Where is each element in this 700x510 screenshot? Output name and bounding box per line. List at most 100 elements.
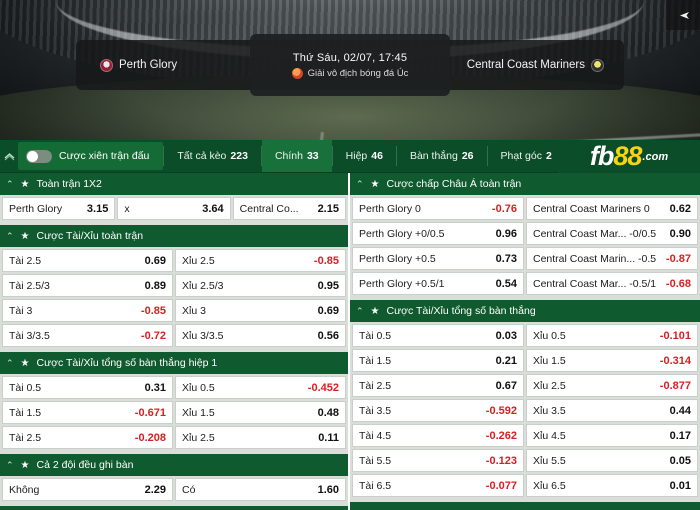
odds-cell[interactable]: Tài 0.5 0.31 bbox=[2, 376, 173, 399]
odds-value: 2.15 bbox=[317, 202, 339, 215]
odds-cell[interactable]: Central Coast Mar... -0.5/1 -0.68 bbox=[526, 272, 698, 295]
back-button[interactable] bbox=[666, 0, 700, 30]
chevron-up-icon[interactable]: ⌃ bbox=[6, 460, 14, 471]
odds-label: Xỉu 0.5 bbox=[182, 381, 215, 394]
odds-cell[interactable]: Xỉu 2.5/3 0.95 bbox=[175, 274, 346, 297]
nav-tab-label: Tất cả kèo bbox=[177, 150, 227, 162]
odds-cell[interactable]: Có 1.60 bbox=[175, 478, 346, 501]
odds-cell[interactable]: x 3.64 bbox=[117, 197, 231, 220]
market-header[interactable]: ⌃ ★ Cược Tài/Xỉu tổng số bàn thắng hiệp 1 bbox=[0, 352, 348, 374]
betting-page: Perth Glory Central Coast Mariners Thứ S… bbox=[0, 0, 700, 510]
market-header[interactable]: ⌃ ★ Cược chấp Châu Á toàn trận bbox=[350, 173, 700, 195]
market-title: Cược Tài/Xỉu toàn trận bbox=[36, 230, 144, 242]
odds-row: Tài 6.5 -0.077 Xỉu 6.5 0.01 bbox=[350, 472, 700, 499]
odds-label: Central Coast Marin... -0.5 bbox=[533, 252, 657, 265]
odds-label: Xỉu 6.5 bbox=[533, 479, 566, 492]
odds-label: Tài 3.5 bbox=[359, 404, 392, 417]
odds-row: Tài 2.5 0.69 Xỉu 2.5 -0.85 bbox=[0, 247, 348, 272]
odds-cell[interactable]: Tài 2.5/3 0.89 bbox=[2, 274, 173, 297]
odds-value: -0.877 bbox=[659, 379, 691, 392]
odds-cell[interactable]: Không 2.29 bbox=[2, 478, 173, 501]
favorite-star-icon[interactable]: ★ bbox=[21, 179, 30, 190]
nav-tab-3[interactable]: Hiệp 46 bbox=[333, 140, 396, 172]
odds-label: Không bbox=[9, 483, 40, 496]
odds-cell[interactable]: Xỉu 2.5 0.11 bbox=[175, 426, 346, 449]
nav-tab-label: Phạt góc bbox=[500, 150, 542, 162]
odds-cell[interactable]: Xỉu 3 0.69 bbox=[175, 299, 346, 322]
odds-value: 0.62 bbox=[669, 202, 691, 215]
collapse-all-button[interactable] bbox=[0, 140, 18, 172]
odds-cell[interactable]: Tài 3 -0.85 bbox=[2, 299, 173, 322]
odds-value: -0.123 bbox=[485, 454, 517, 467]
market-header[interactable]: ⌃ ★ Cược Tài/Xỉu toàn trận bbox=[0, 225, 348, 247]
market-header[interactable]: ⌃ ★ Toàn trận 1X2 bbox=[0, 173, 348, 195]
odds-value: -0.87 bbox=[665, 252, 691, 265]
odds-cell[interactable]: Xỉu 3/3.5 0.56 bbox=[175, 324, 346, 347]
favorite-star-icon[interactable]: ★ bbox=[371, 306, 380, 317]
odds-cell[interactable]: Tài 0.5 0.03 bbox=[352, 324, 524, 347]
right-market-column: ⌃ ★ Cược chấp Châu Á toàn trận Perth Glory … bbox=[350, 173, 700, 510]
odds-label: Perth Glory bbox=[9, 202, 63, 215]
odds-row: Tài 2.5/3 0.89 Xỉu 2.5/3 0.95 bbox=[0, 272, 348, 297]
odds-cell[interactable]: Tài 3/3.5 -0.72 bbox=[2, 324, 173, 347]
parlay-toggle-button[interactable]: Cược xiên trận đấu bbox=[18, 142, 164, 170]
odds-cell[interactable]: Tài 3.5 -0.592 bbox=[352, 399, 524, 422]
chevron-up-icon[interactable]: ⌃ bbox=[356, 306, 364, 317]
odds-cell[interactable]: Central Coast Marin... -0.5 -0.87 bbox=[526, 247, 698, 270]
odds-cell[interactable]: Perth Glory 3.15 bbox=[2, 197, 116, 220]
odds-cell[interactable]: Xỉu 0.5 -0.452 bbox=[175, 376, 346, 399]
market-header-partial[interactable] bbox=[350, 502, 700, 510]
favorite-star-icon[interactable]: ★ bbox=[21, 231, 30, 242]
odds-cell[interactable]: Central Co... 2.15 bbox=[232, 197, 346, 220]
market-header[interactable]: ⌃ ★ Cả 2 đội đều ghi bàn bbox=[0, 454, 348, 476]
odds-cell[interactable]: Xỉu 5.5 0.05 bbox=[526, 449, 698, 472]
odds-label: Tài 6.5 bbox=[359, 479, 392, 492]
odds-cell[interactable]: Tài 2.5 0.67 bbox=[352, 374, 524, 397]
market-header-partial[interactable] bbox=[0, 506, 348, 510]
nav-tab-count: 2 bbox=[545, 150, 552, 162]
market-title: Cược chấp Châu Á toàn trận bbox=[386, 178, 522, 190]
odds-cell[interactable]: Xỉu 2.5 -0.85 bbox=[175, 249, 346, 272]
odds-cell[interactable]: Tài 6.5 -0.077 bbox=[352, 474, 524, 497]
odds-value: 0.11 bbox=[318, 431, 339, 444]
odds-value: 0.56 bbox=[317, 329, 339, 342]
odds-cell[interactable]: Tài 5.5 -0.123 bbox=[352, 449, 524, 472]
odds-label: Central Coast Mar... -0.5/1 bbox=[533, 277, 657, 290]
chevron-up-icon[interactable]: ⌃ bbox=[356, 179, 364, 190]
odds-cell[interactable]: Perth Glory +0.5/1 0.54 bbox=[352, 272, 524, 295]
odds-cell[interactable]: Xỉu 6.5 0.01 bbox=[526, 474, 698, 497]
nav-tab-2[interactable]: Chính 33 bbox=[261, 140, 332, 172]
odds-cell[interactable]: Xỉu 3.5 0.44 bbox=[526, 399, 698, 422]
odds-cell[interactable]: Perth Glory 0 -0.76 bbox=[352, 197, 524, 220]
odds-cell[interactable]: Tài 1.5 0.21 bbox=[352, 349, 524, 372]
nav-tab-4[interactable]: Bàn thắng 26 bbox=[397, 140, 487, 172]
chevron-up-icon[interactable]: ⌃ bbox=[6, 231, 14, 242]
favorite-star-icon[interactable]: ★ bbox=[21, 358, 30, 369]
odds-cell[interactable]: Central Coast Mar... -0/0.5 0.90 bbox=[526, 222, 698, 245]
odds-cell[interactable]: Central Coast Mariners 0 0.62 bbox=[526, 197, 698, 220]
odds-cell[interactable]: Xỉu 1.5 0.48 bbox=[175, 401, 346, 424]
odds-cell[interactable]: Perth Glory +0/0.5 0.96 bbox=[352, 222, 524, 245]
nav-tab-1[interactable]: Tất cả kèo 223 bbox=[164, 140, 261, 172]
odds-cell[interactable]: Tài 2.5 0.69 bbox=[2, 249, 173, 272]
parlay-toggle-switch[interactable] bbox=[26, 149, 52, 163]
odds-value: -0.262 bbox=[485, 429, 517, 442]
odds-cell[interactable]: Perth Glory +0.5 0.73 bbox=[352, 247, 524, 270]
odds-cell[interactable]: Xỉu 1.5 -0.314 bbox=[526, 349, 698, 372]
odds-cell[interactable]: Xỉu 4.5 0.17 bbox=[526, 424, 698, 447]
market-header[interactable]: ⌃ ★ Cược Tài/Xỉu tổng số bàn thắng bbox=[350, 300, 700, 322]
chevron-up-icon[interactable]: ⌃ bbox=[6, 358, 14, 369]
back-arrow-icon bbox=[679, 11, 689, 19]
odds-cell[interactable]: Xỉu 0.5 -0.101 bbox=[526, 324, 698, 347]
odds-cell[interactable]: Tài 4.5 -0.262 bbox=[352, 424, 524, 447]
chevron-up-icon[interactable]: ⌃ bbox=[6, 179, 14, 190]
fb88-logo[interactable]: fb 88 .com bbox=[558, 140, 700, 173]
odds-cell[interactable]: Tài 2.5 -0.208 bbox=[2, 426, 173, 449]
nav-tab-5[interactable]: Phạt góc 2 bbox=[488, 140, 565, 172]
odds-cell[interactable]: Tài 1.5 -0.671 bbox=[2, 401, 173, 424]
odds-value: 0.17 bbox=[669, 429, 691, 442]
odds-value: 0.89 bbox=[144, 279, 166, 292]
favorite-star-icon[interactable]: ★ bbox=[21, 460, 30, 471]
favorite-star-icon[interactable]: ★ bbox=[371, 179, 380, 190]
odds-cell[interactable]: Xỉu 2.5 -0.877 bbox=[526, 374, 698, 397]
